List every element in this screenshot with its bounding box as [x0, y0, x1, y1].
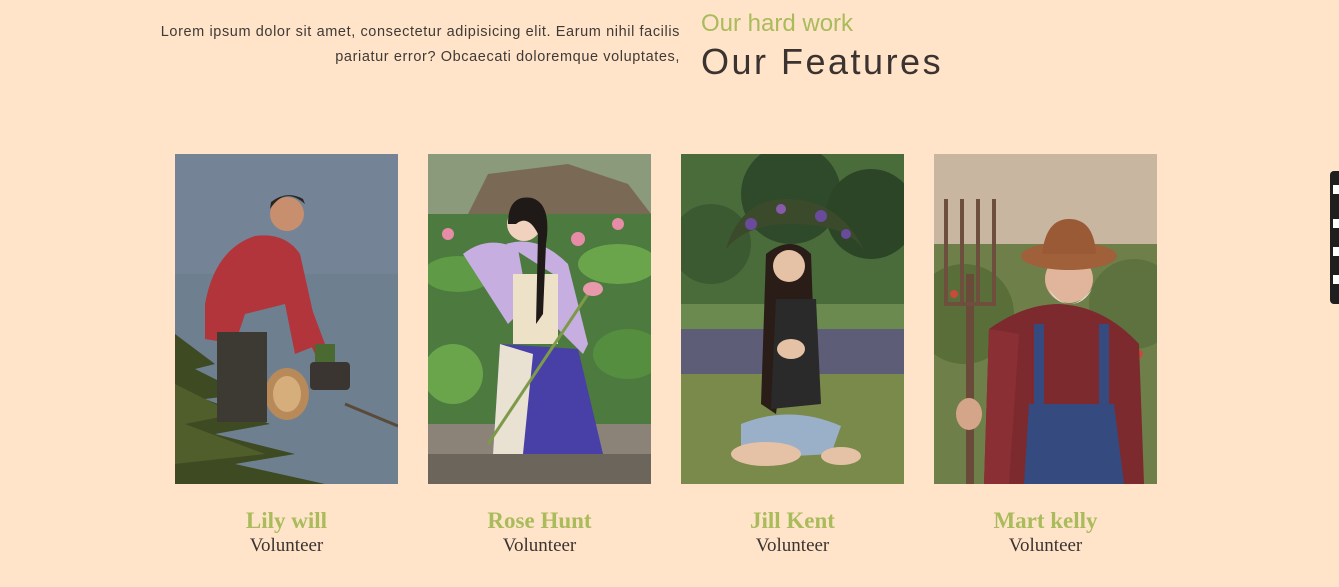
- team-card: Jill Kent Volunteer: [681, 154, 904, 558]
- team-card: Mart kelly Volunteer: [934, 154, 1157, 558]
- team-member-name: Mart kelly: [993, 508, 1098, 533]
- team-grid: Lily will Volunteer Rose Hunt Volunteer …: [175, 154, 1157, 558]
- features-page: Lorem ipsum dolor sit amet, consectetur …: [0, 0, 1339, 587]
- team-member-name: Lily will: [245, 508, 328, 533]
- team-member-name: Rose Hunt: [487, 508, 592, 533]
- team-member-role: Volunteer: [755, 535, 830, 556]
- settings-icon[interactable]: [1333, 275, 1339, 284]
- team-member-name: Jill Kent: [750, 508, 835, 533]
- section-heading: Our hard work Our Features: [701, 8, 943, 84]
- team-member-role: Volunteer: [1008, 535, 1083, 556]
- copy-icon[interactable]: [1333, 247, 1339, 256]
- team-card: Rose Hunt Volunteer: [428, 154, 651, 558]
- side-toolbar[interactable]: [1330, 171, 1339, 304]
- section-title: Our Features: [701, 41, 944, 82]
- team-member-role: Volunteer: [502, 535, 577, 556]
- team-photo-lotus-woman: [428, 154, 651, 484]
- pin-icon[interactable]: [1333, 185, 1339, 194]
- team-card: Lily will Volunteer: [175, 154, 398, 558]
- intro-paragraph: Lorem ipsum dolor sit amet, consectetur …: [160, 24, 680, 65]
- window-icon[interactable]: [1333, 219, 1339, 228]
- team-photo-flower-crown: [681, 154, 904, 484]
- section-subtitle: Our hard work: [701, 10, 854, 37]
- team-photo-woodcutter: [175, 154, 398, 484]
- team-photo-farmer: [934, 154, 1157, 484]
- team-member-role: Volunteer: [249, 535, 324, 556]
